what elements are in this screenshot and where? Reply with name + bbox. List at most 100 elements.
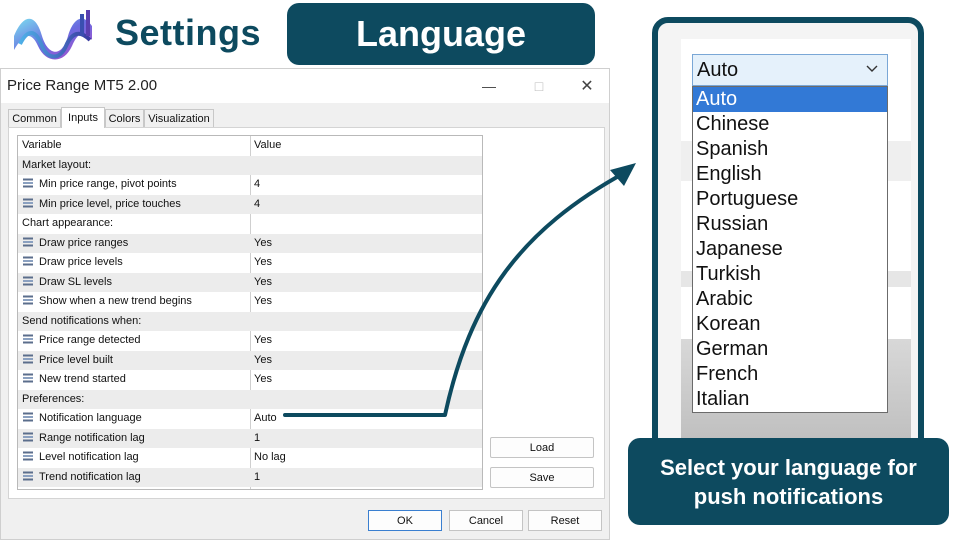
section-header-row: Preferences: (18, 389, 482, 409)
chevron-down-icon[interactable] (865, 61, 879, 75)
value-cell[interactable]: Yes (254, 234, 272, 254)
variable-cell: Min price range, pivot points (22, 175, 177, 195)
settings-title: Settings (115, 12, 262, 53)
cancel-button[interactable]: Cancel (449, 510, 523, 531)
language-option[interactable]: Spanish (693, 137, 887, 162)
section-header-row: Market layout: (18, 155, 482, 176)
parameter-icon (23, 295, 33, 305)
table-row[interactable]: Show when a new trend begins Yes (18, 292, 482, 312)
variable-cell: Chart appearance: (22, 214, 113, 234)
variable-cell: Draw price ranges (22, 234, 128, 254)
value-cell[interactable]: Yes (254, 273, 272, 293)
value-cell[interactable]: 4 (254, 195, 260, 215)
variable-label: Price range detected (39, 334, 141, 346)
language-combobox[interactable]: Auto (692, 54, 888, 86)
title-bar: Price Range MT5 2.00 — □ ✕ (1, 69, 609, 103)
variable-cell: Send notifications when: (22, 312, 141, 332)
language-option[interactable]: Portuguese (693, 187, 887, 212)
maximize-icon[interactable]: □ (519, 73, 559, 99)
parameter-icon (23, 373, 33, 383)
window-title: Price Range MT5 2.00 (7, 77, 158, 94)
load-button[interactable]: Load (490, 437, 594, 458)
language-option[interactable]: French (693, 362, 887, 387)
table-row[interactable]: Min price range, pivot points 4 (18, 175, 482, 195)
table-row[interactable]: Draw price levels Yes (18, 253, 482, 273)
value-cell[interactable]: Yes (254, 253, 272, 273)
table-row[interactable]: Draw price ranges Yes (18, 233, 482, 254)
table-row[interactable]: Draw SL levels Yes (18, 272, 482, 293)
variable-label: Market layout: (22, 158, 92, 171)
reset-button[interactable]: Reset (528, 510, 602, 531)
column-header-value: Value (254, 139, 282, 151)
parameters-grid: Variable Value Market layout: Min price r… (17, 135, 483, 490)
callout-box: Select your language for push notificati… (628, 438, 949, 525)
variable-cell: Notification language (22, 409, 142, 429)
parameter-icon (23, 432, 33, 442)
variable-cell: Show when a new trend begins (22, 292, 192, 312)
variable-label: Level notification lag (39, 451, 139, 463)
section-header-row: Chart appearance: (18, 214, 482, 234)
language-option[interactable]: Auto (693, 87, 887, 112)
table-row[interactable]: Level notification lag No lag (18, 448, 482, 468)
language-option[interactable]: Arabic (693, 287, 887, 312)
column-header-variable: Variable (22, 139, 62, 151)
save-button[interactable]: Save (490, 467, 594, 488)
value-cell[interactable]: 1 (254, 468, 260, 488)
tab-inputs[interactable]: Inputs (61, 107, 105, 128)
value-cell[interactable]: 1 (254, 429, 260, 449)
table-row[interactable]: Price level built Yes (18, 350, 482, 371)
table-row[interactable]: Price range detected Yes (18, 331, 482, 351)
variable-label: Range notification lag (39, 431, 145, 444)
language-dropdown-list: Auto Chinese Spanish English Portuguese Russi… (692, 86, 888, 413)
tab-common[interactable]: Common (8, 109, 61, 127)
variable-label: New trend started (39, 373, 126, 385)
variable-label: Notification language (39, 412, 142, 424)
variable-label: Chart appearance: (22, 217, 114, 229)
variable-cell: Price range detected (22, 331, 141, 351)
value-cell[interactable]: Auto (254, 409, 277, 429)
language-option[interactable]: Turkish (693, 262, 887, 287)
minimize-icon[interactable]: — (469, 73, 509, 99)
wave-logo-icon (14, 10, 92, 60)
variable-cell: Range notification lag (22, 429, 145, 449)
language-combobox-value: Auto (697, 59, 739, 81)
variable-cell: Market layout: (22, 156, 91, 176)
value-cell[interactable]: Yes (254, 370, 272, 390)
language-option[interactable]: English (693, 162, 887, 187)
language-option[interactable]: Korean (693, 312, 887, 337)
language-option[interactable]: Chinese (693, 112, 887, 137)
language-option[interactable]: German (693, 337, 887, 362)
parameter-icon (23, 256, 33, 266)
parameter-icon (23, 237, 33, 247)
value-cell[interactable]: Yes (254, 351, 272, 371)
ok-button[interactable]: OK (368, 510, 442, 531)
variable-label: Preferences: (22, 392, 85, 405)
value-cell[interactable]: No lag (254, 448, 286, 468)
variable-label: Trend notification lag (39, 470, 141, 483)
parameter-icon (23, 412, 33, 422)
tab-visualization[interactable]: Visualization (144, 109, 214, 127)
language-option[interactable]: Japanese (693, 237, 887, 262)
tab-colors[interactable]: Colors (105, 109, 144, 127)
table-row[interactable]: Trend notification lag 1 (18, 467, 482, 488)
parameter-icon (23, 276, 33, 286)
section-header-row: Send notifications when: (18, 311, 482, 332)
close-icon[interactable]: ✕ (567, 73, 607, 99)
parameter-icon (23, 471, 33, 481)
variable-cell: Price level built (22, 351, 113, 371)
parameter-icon (23, 451, 33, 461)
parameter-icon (23, 354, 33, 364)
table-row[interactable]: New trend started Yes (18, 370, 482, 390)
variable-label: Price level built (39, 353, 113, 366)
variable-label: Min price level, price touches (39, 197, 181, 210)
value-cell[interactable]: Yes (254, 331, 272, 351)
language-option[interactable]: Italian (693, 387, 887, 412)
table-row[interactable]: Notification language Auto (18, 409, 482, 429)
table-row[interactable]: Range notification lag 1 (18, 428, 482, 449)
value-cell[interactable]: 4 (254, 175, 260, 195)
variable-cell: Trend notification lag (22, 468, 141, 488)
variable-label: Draw SL levels (39, 275, 112, 288)
value-cell[interactable]: Yes (254, 292, 272, 312)
language-option[interactable]: Russian (693, 212, 887, 237)
table-row[interactable]: Min price level, price touches 4 (18, 194, 482, 215)
